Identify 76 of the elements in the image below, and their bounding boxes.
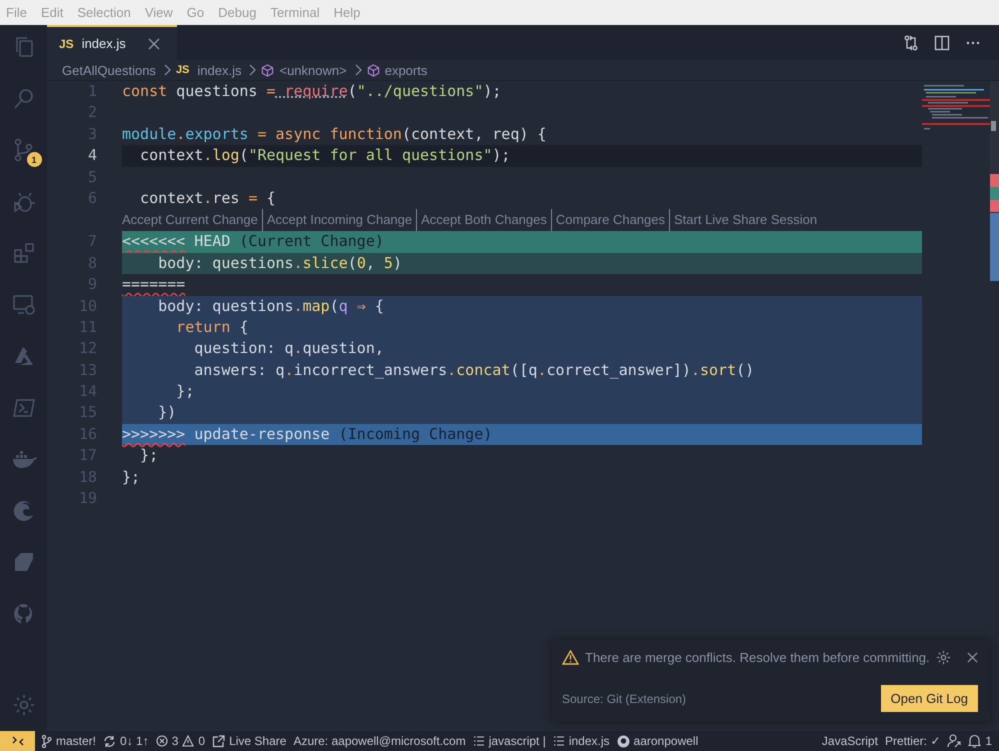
- menu-item[interactable]: File: [6, 5, 27, 20]
- compare-icon[interactable]: [903, 34, 919, 50]
- code-line: return {: [175, 318, 248, 336]
- code-line: =======: [122, 275, 186, 294]
- status-item[interactable]: 1: [985, 734, 992, 748]
- split-editor-icon[interactable]: [934, 34, 950, 50]
- list-icon: [472, 735, 485, 747]
- code-line: module.exports = async function(context, req) {: [122, 124, 546, 143]
- menu-item[interactable]: View: [144, 5, 173, 20]
- codelens-link[interactable]: Accept Current Change: [122, 209, 262, 232]
- menu-item[interactable]: Go: [186, 5, 204, 20]
- swirl-icon[interactable]: [12, 498, 36, 522]
- warning-icon: [182, 735, 194, 747]
- code-line: };: [122, 468, 140, 486]
- status-item[interactable]: index.js: [568, 734, 610, 748]
- code-line: body: questions.slice(0, 5): [157, 254, 402, 272]
- code-line: question: q.question,: [193, 339, 384, 358]
- tab-label[interactable]: index.js: [82, 36, 126, 51]
- status-item[interactable]: master!: [56, 734, 96, 748]
- breadcrumb-item[interactable]: GetAllQuestions: [62, 62, 156, 78]
- notification-message: There are merge conflicts. Resolve them before committing.: [585, 650, 930, 665]
- code-line: }): [157, 403, 176, 422]
- remote-button[interactable]: [0, 731, 35, 751]
- chevron-icon: [354, 64, 362, 76]
- search-icon[interactable]: [12, 86, 36, 110]
- remote-icon: [12, 735, 24, 747]
- warning-count[interactable]: 0: [198, 734, 206, 748]
- chevron-icon: [162, 64, 171, 76]
- error-icon: [156, 735, 168, 747]
- code-line: context.log("Request for all questions");: [139, 146, 510, 164]
- close-icon[interactable]: [148, 38, 160, 50]
- status-item[interactable]: javascript |: [488, 734, 546, 748]
- code-line: answers: q.incorrect_answers.concat([q.correct_answer]).sort(): [193, 360, 754, 379]
- code-line: };: [175, 382, 194, 400]
- editor-tab[interactable]: JS index.js: [47, 25, 177, 60]
- code-line: <<<<<<< HEAD (Current Change): [122, 232, 384, 250]
- menu-item[interactable]: Edit: [40, 5, 64, 20]
- extensions-icon[interactable]: [12, 241, 36, 265]
- chevron-icon: [248, 64, 256, 76]
- menu-item[interactable]: Debug: [218, 5, 256, 20]
- breadcrumb-item[interactable]: index.js: [197, 62, 242, 78]
- status-item[interactable]: aaronpowell: [634, 734, 698, 748]
- code-line: };: [139, 446, 158, 464]
- open-git-log-button[interactable]: Open Git Log: [880, 685, 978, 712]
- settings-icon[interactable]: [936, 650, 951, 665]
- menu-item[interactable]: Terminal: [270, 5, 320, 20]
- status-item[interactable]: Prettier: ✓: [884, 734, 940, 748]
- code-line: body: questions.map(q ⇒ {: [157, 296, 384, 315]
- sync-icon: [103, 734, 116, 748]
- status-item[interactable]: Live Share: [229, 734, 286, 748]
- cube-icon: [261, 64, 274, 76]
- status-item[interactable]: JavaScript: [822, 734, 878, 748]
- breadcrumb-item[interactable]: <unknown>: [279, 62, 347, 78]
- warning-icon: [562, 650, 579, 665]
- cube-icon: [366, 64, 380, 76]
- line-number: 4: [86, 145, 98, 166]
- remote-explorer-icon[interactable]: [12, 292, 36, 316]
- code-line: context.res = {: [139, 188, 276, 207]
- breadcrumb-item[interactable]: exports: [384, 62, 428, 78]
- notification-source: Source: Git (Extension): [562, 692, 686, 706]
- code-line: const questions = require("../questions");: [122, 82, 502, 100]
- bell-icon[interactable]: [968, 734, 982, 748]
- code-line: >>>>>>> update-response (Incoming Change): [122, 424, 492, 443]
- list-icon: [552, 735, 565, 747]
- status-item[interactable]: 0↓ 1↑: [120, 734, 149, 748]
- file-type-label: JS: [59, 36, 74, 50]
- close-icon[interactable]: [967, 652, 978, 663]
- feedback-icon[interactable]: [947, 734, 962, 748]
- error-count[interactable]: 3: [172, 734, 178, 748]
- file-type-label: JS: [176, 64, 190, 76]
- status-item[interactable]: Azure: aapowell@microsoft.com: [293, 734, 466, 748]
- notification-badge: 1: [26, 152, 42, 167]
- menu-item[interactable]: Help: [334, 5, 360, 20]
- menu-item[interactable]: Selection: [77, 5, 131, 20]
- branch-icon: [41, 734, 52, 748]
- share-icon: [212, 734, 226, 748]
